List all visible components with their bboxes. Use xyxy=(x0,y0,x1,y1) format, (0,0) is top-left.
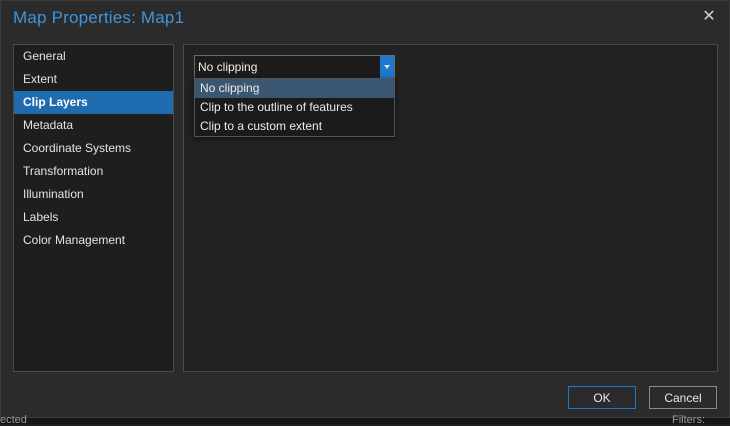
combobox-value: No clipping xyxy=(198,60,258,74)
chevron-down-icon[interactable] xyxy=(380,56,394,78)
dialog-title: Map Properties: Map1 xyxy=(13,8,185,27)
option-clip-custom-extent[interactable]: Clip to a custom extent xyxy=(195,117,394,136)
sidebar-item-transformation[interactable]: Transformation xyxy=(14,160,173,183)
clipping-dropdown-list: No clipping Clip to the outline of featu… xyxy=(194,78,395,137)
sidebar-item-labels[interactable]: Labels xyxy=(14,206,173,229)
map-properties-dialog: Map Properties: Map1 ✕ General Extent Cl… xyxy=(0,0,730,418)
clipping-combobox[interactable]: No clipping xyxy=(194,55,395,79)
background-status-text: ected xyxy=(0,414,27,426)
sidebar-item-extent[interactable]: Extent xyxy=(14,68,173,91)
background-filters-label: Filters: xyxy=(672,414,705,426)
ok-button[interactable]: OK xyxy=(568,386,636,409)
cancel-button[interactable]: Cancel xyxy=(649,386,717,409)
sidebar-item-clip-layers[interactable]: Clip Layers xyxy=(14,91,173,114)
sidebar-item-metadata[interactable]: Metadata xyxy=(14,114,173,137)
sidebar-item-general[interactable]: General xyxy=(14,45,173,68)
sidebar: General Extent Clip Layers Metadata Coor… xyxy=(13,44,174,372)
option-no-clipping[interactable]: No clipping xyxy=(195,79,394,98)
close-icon[interactable]: ✕ xyxy=(699,7,719,27)
background-app-strip xyxy=(0,418,730,424)
sidebar-item-illumination[interactable]: Illumination xyxy=(14,183,173,206)
clip-layers-panel: No clipping No clipping Clip to the outl… xyxy=(183,44,718,372)
option-clip-outline-features[interactable]: Clip to the outline of features xyxy=(195,98,394,117)
sidebar-item-coordinate-systems[interactable]: Coordinate Systems xyxy=(14,137,173,160)
sidebar-item-color-management[interactable]: Color Management xyxy=(14,229,173,252)
